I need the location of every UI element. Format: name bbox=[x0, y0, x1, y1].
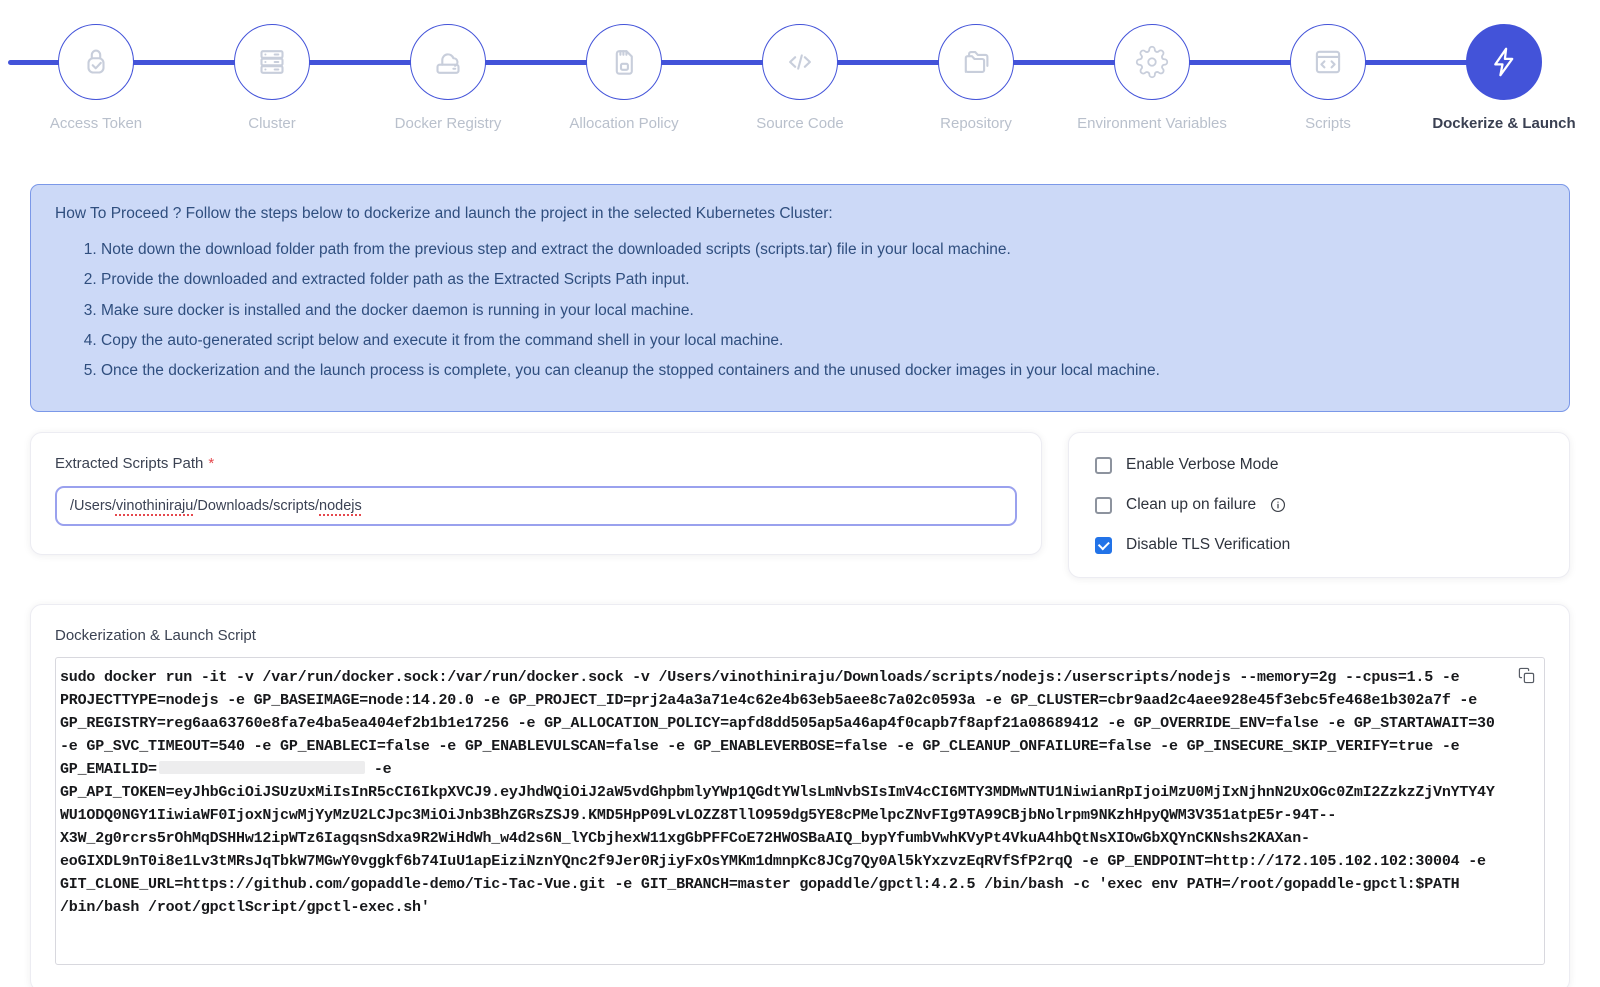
option-row-enable-verbose-mode[interactable]: Enable Verbose Mode bbox=[1095, 445, 1543, 485]
options-card: Enable Verbose Mode Clean up on failure Di… bbox=[1068, 432, 1570, 578]
step-circle-dockerize-launch[interactable] bbox=[1466, 24, 1542, 100]
wizard-step-source-code: Source Code bbox=[712, 24, 888, 132]
script-line: -e GP_SVC_TIMEOUT=540 -e GP_ENABLECI=fal… bbox=[60, 735, 1504, 758]
redacted-email-prefix: GP_EMAILID= bbox=[60, 761, 157, 778]
script-line: GP_REGISTRY=reg6aa63760e8fa7e4ba5ea404ef… bbox=[60, 712, 1504, 735]
option-row-clean-up-on-failure[interactable]: Clean up on failure bbox=[1095, 485, 1543, 525]
copy-icon bbox=[1518, 672, 1535, 687]
step-label: Environment Variables bbox=[1077, 115, 1227, 132]
instruction-item: Make sure docker is installed and the do… bbox=[101, 299, 1545, 322]
option-row-disable-tls-verification[interactable]: Disable TLS Verification bbox=[1095, 525, 1543, 565]
script-line-redacted-email: GP_EMAILID= -e bbox=[60, 758, 1504, 781]
step-label: Docker Registry bbox=[395, 115, 502, 132]
field-label-text: Extracted Scripts Path bbox=[55, 455, 203, 472]
dockerize-launch-icon bbox=[1486, 44, 1522, 80]
script-line: /bin/bash /root/gpctlScript/gpctl-exec.s… bbox=[60, 896, 1504, 919]
step-label: Cluster bbox=[248, 115, 296, 132]
cluster-icon bbox=[254, 44, 290, 80]
info-icon[interactable] bbox=[1269, 496, 1287, 514]
form-row: Extracted Scripts Path * /Users/vinothini… bbox=[30, 432, 1570, 578]
copy-script-button[interactable] bbox=[1514, 663, 1539, 688]
scripts-icon bbox=[1310, 44, 1346, 80]
redacted-email-value bbox=[159, 761, 365, 774]
instruction-item: Once the dockerization and the launch pr… bbox=[101, 359, 1545, 382]
wizard-step-repository: Repository bbox=[888, 24, 1064, 132]
path-segment: /Downloads/scripts/ bbox=[193, 498, 319, 514]
how-to-proceed-box: How To Proceed ? Follow the steps below … bbox=[30, 184, 1570, 412]
wizard-step-scripts: Scripts bbox=[1240, 24, 1416, 132]
extracted-scripts-path-card: Extracted Scripts Path * /Users/vinothini… bbox=[30, 432, 1042, 555]
enable-verbose-mode-checkbox[interactable] bbox=[1095, 457, 1112, 474]
wizard-step-dockerize-launch: Dockerize & Launch bbox=[1416, 24, 1592, 132]
step-label: Repository bbox=[940, 115, 1012, 132]
access-token-icon bbox=[78, 44, 114, 80]
script-card: Dockerization & Launch Script sudo docke… bbox=[30, 604, 1570, 987]
allocation-policy-icon bbox=[606, 44, 642, 80]
step-label: Dockerize & Launch bbox=[1432, 115, 1575, 132]
step-label: Scripts bbox=[1305, 115, 1351, 132]
docker-registry-icon bbox=[430, 44, 466, 80]
instruction-item: Copy the auto-generated script below and… bbox=[101, 329, 1545, 352]
instruction-item: Provide the downloaded and extracted fol… bbox=[101, 268, 1545, 291]
script-line: WU1ODQ0NGY1IiwiaWF0IjoxNjcwMjYyMzU2LCJpc… bbox=[60, 804, 1504, 827]
how-to-proceed-title: How To Proceed ? Follow the steps below … bbox=[55, 205, 1545, 223]
script-line: sudo docker run -it -v /var/run/docker.s… bbox=[60, 666, 1504, 689]
step-circle-repository[interactable] bbox=[938, 24, 1014, 100]
path-segment-misspelled: nodejs bbox=[319, 498, 362, 514]
step-circle-scripts[interactable] bbox=[1290, 24, 1366, 100]
environment-variables-icon bbox=[1134, 44, 1170, 80]
source-code-icon bbox=[782, 44, 818, 80]
step-circle-allocation-policy[interactable] bbox=[586, 24, 662, 100]
extracted-scripts-path-label: Extracted Scripts Path * bbox=[55, 455, 1017, 472]
step-label: Allocation Policy bbox=[569, 115, 678, 132]
wizard-step-docker-registry: Docker Registry bbox=[360, 24, 536, 132]
disable-tls-verification-checkbox[interactable] bbox=[1095, 537, 1112, 554]
step-label: Access Token bbox=[50, 115, 142, 132]
step-circle-access-token[interactable] bbox=[58, 24, 134, 100]
script-line: eoGIXDL9nT0i8e1Lv3tMRsJqTbkW7MGwY0vggkf6… bbox=[60, 850, 1504, 873]
instruction-list: Note down the download folder path from … bbox=[55, 238, 1545, 382]
script-line: GP_API_TOKEN=eyJhbGciOiJSUzUxMiIsInR5cCI… bbox=[60, 781, 1504, 804]
path-segment-misspelled: vinothiniraju bbox=[116, 498, 193, 514]
wizard-step-environment-variables: Environment Variables bbox=[1064, 24, 1240, 132]
step-label: Source Code bbox=[756, 115, 844, 132]
step-circle-docker-registry[interactable] bbox=[410, 24, 486, 100]
option-label: Enable Verbose Mode bbox=[1126, 456, 1279, 474]
extracted-scripts-path-input[interactable]: /Users/vinothiniraju/Downloads/scripts/n… bbox=[55, 486, 1017, 526]
script-line: X3W_2g0rcrs5rOhMqDSHHw12ipWTz6IagqsnSdxa… bbox=[60, 827, 1504, 850]
wizard-step-access-token: Access Token bbox=[8, 24, 184, 132]
required-marker: * bbox=[208, 455, 214, 472]
wizard-step-allocation-policy: Allocation Policy bbox=[536, 24, 712, 132]
path-segment: /Users/ bbox=[70, 498, 116, 514]
script-output-box[interactable]: sudo docker run -it -v /var/run/docker.s… bbox=[55, 657, 1545, 965]
step-circle-environment-variables[interactable] bbox=[1114, 24, 1190, 100]
wizard-step-cluster: Cluster bbox=[184, 24, 360, 132]
script-line: GIT_CLONE_URL=https://github.com/gopaddl… bbox=[60, 873, 1504, 896]
wizard-stepper: Access Token Cluster Docker Registry Alloca… bbox=[0, 0, 1600, 150]
clean-up-on-failure-checkbox[interactable] bbox=[1095, 497, 1112, 514]
option-label: Clean up on failure bbox=[1126, 496, 1256, 514]
repository-icon bbox=[958, 44, 994, 80]
script-code: sudo docker run -it -v /var/run/docker.s… bbox=[60, 666, 1504, 919]
dockerize-launch-page: Access Token Cluster Docker Registry Alloca… bbox=[0, 0, 1600, 987]
script-section-label: Dockerization & Launch Script bbox=[55, 627, 1545, 644]
step-circle-source-code[interactable] bbox=[762, 24, 838, 100]
option-label: Disable TLS Verification bbox=[1126, 536, 1290, 554]
step-circle-cluster[interactable] bbox=[234, 24, 310, 100]
script-line: PROJECTTYPE=nodejs -e GP_BASEIMAGE=node:… bbox=[60, 689, 1504, 712]
instruction-item: Note down the download folder path from … bbox=[101, 238, 1545, 261]
redacted-email-suffix: -e bbox=[374, 761, 392, 778]
